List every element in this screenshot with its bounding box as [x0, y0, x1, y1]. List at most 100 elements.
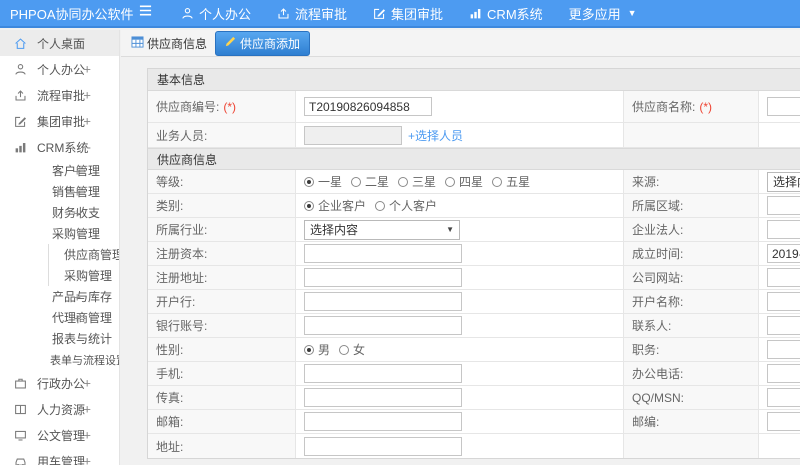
top-nav: 个人办公 流程审批 集团审批 CRM系统 更多应用 ▼ — [181, 4, 637, 23]
radio-individual[interactable]: 个人客户 — [375, 197, 437, 214]
form-row-email: 邮箱: 邮编: — [148, 410, 800, 434]
tab-supplier-add[interactable]: 供应商添加 — [215, 30, 311, 56]
sidebar-item-procurement-mgmt[interactable]: 采购管理 — [49, 265, 119, 286]
radio-icon — [398, 176, 409, 187]
required-mark: (*) — [699, 99, 713, 114]
radio-level-4[interactable]: 四星 — [445, 173, 483, 190]
main-content: 供应商信息 供应商添加 基本信息 供应商编号:(*) 供应商名称:(*) — [121, 30, 800, 465]
mobile-input[interactable] — [304, 364, 462, 383]
radio-male[interactable]: 男 — [304, 341, 330, 358]
sidebar-item-agent-mgmt[interactable]: 代理商管理 + — [0, 307, 119, 328]
fax-label: 传真: — [148, 386, 296, 409]
address-label: 地址: — [148, 434, 296, 458]
bank-input[interactable] — [304, 292, 462, 311]
app-logo: PHPOA协同办公软件 — [10, 6, 134, 22]
legal-person-input[interactable] — [767, 220, 800, 239]
source-select[interactable]: 选择内容▼ — [767, 171, 800, 192]
qq-msn-input[interactable] — [767, 388, 800, 407]
radio-level-2[interactable]: 二星 — [351, 173, 389, 190]
form-row-fax: 传真: QQ/MSN: — [148, 386, 800, 410]
sidebar-item-crm-system[interactable]: CRM系统 - — [0, 134, 119, 160]
expand-icon[interactable]: + — [73, 205, 81, 220]
top-header: PHPOA协同办公软件 个人办公 流程审批 集团审批 CRM系统 更多应用 ▼ — [0, 0, 800, 28]
fax-input[interactable] — [304, 388, 462, 407]
sidebar-item-product-inventory[interactable]: 产品与库存 + — [0, 286, 119, 307]
form-row-address: 地址: — [148, 434, 800, 458]
account-name-input[interactable] — [767, 292, 800, 311]
sidebar-item-purchase-mgmt[interactable]: 采购管理 - — [0, 223, 119, 244]
sidebar-item-process-approval[interactable]: 流程审批 + — [0, 82, 119, 108]
office-phone-input[interactable] — [767, 364, 800, 383]
sidebar-item-document-mgmt[interactable]: 公文管理 + — [0, 422, 119, 448]
collapse-icon[interactable]: - — [87, 140, 91, 155]
sidebar-toggle-button[interactable] — [138, 4, 153, 22]
person-icon — [181, 7, 194, 20]
collapse-icon[interactable]: - — [77, 226, 81, 241]
sidebar-item-form-flow-settings[interactable]: 表单与流程设置 + — [0, 349, 119, 370]
registered-capital-label: 注册资本: — [148, 242, 296, 265]
crm-submenu: 客户管理 + 销售管理 + 财务收支 + 采购管理 - 供应商管理 采购管理 产… — [0, 160, 119, 370]
nav-process-approval[interactable]: 流程审批 — [277, 4, 347, 23]
sidebar-item-customer-mgmt[interactable]: 客户管理 + — [0, 160, 119, 181]
radio-icon — [492, 176, 503, 187]
expand-icon[interactable]: + — [73, 163, 81, 178]
region-input[interactable] — [767, 196, 800, 215]
staff-input[interactable] — [304, 125, 402, 145]
expand-icon[interactable]: + — [83, 454, 91, 465]
established-date-input[interactable] — [767, 244, 800, 263]
account-name-label: 开户名称: — [624, 290, 759, 313]
position-input[interactable] — [767, 340, 800, 359]
sidebar: 个人桌面 个人办公 + 流程审批 + 集团审批 + CRM系统 - 客户管理 + — [0, 30, 120, 465]
radio-level-1[interactable]: 一星 — [304, 173, 342, 190]
supplier-name-input[interactable] — [767, 97, 800, 116]
website-label: 公司网站: — [624, 266, 759, 289]
sidebar-item-hr[interactable]: 人力资源 + — [0, 396, 119, 422]
monitor-icon — [14, 429, 27, 442]
expand-icon[interactable]: + — [83, 114, 91, 129]
nav-more-apps[interactable]: 更多应用 ▼ — [569, 4, 637, 23]
registered-capital-input[interactable] — [304, 244, 462, 263]
industry-select[interactable]: 选择内容 ▼ — [304, 219, 460, 240]
contact-input[interactable] — [767, 316, 800, 335]
bank-account-input[interactable] — [304, 316, 462, 335]
tab-supplier-list[interactable]: 供应商信息 — [131, 35, 207, 52]
radio-female[interactable]: 女 — [339, 341, 365, 358]
nav-personal-office[interactable]: 个人办公 — [181, 4, 251, 23]
radio-enterprise[interactable]: 企业客户 — [304, 197, 366, 214]
nav-group-approval[interactable]: 集团审批 — [373, 4, 443, 23]
website-input[interactable] — [767, 268, 800, 287]
expand-icon[interactable]: + — [73, 289, 81, 304]
supplier-code-input[interactable] — [304, 97, 432, 116]
expand-icon[interactable]: + — [73, 184, 81, 199]
address-input[interactable] — [304, 436, 462, 456]
radio-level-3[interactable]: 三星 — [398, 173, 436, 190]
select-staff-link[interactable]: +选择人员 — [408, 127, 463, 144]
form-row-category: 类别: 企业客户 个人客户 所属区域: — [148, 194, 800, 218]
sidebar-item-personal-office[interactable]: 个人办公 + — [0, 56, 119, 82]
sidebar-item-sales-mgmt[interactable]: 销售管理 + — [0, 181, 119, 202]
form-row-bank-account: 银行账号: 联系人: — [148, 314, 800, 338]
upload-share-icon — [277, 7, 290, 20]
expand-icon[interactable]: + — [83, 376, 91, 391]
nav-crm-system[interactable]: CRM系统 — [469, 4, 543, 23]
expand-icon[interactable]: + — [83, 402, 91, 417]
expand-icon[interactable]: + — [83, 428, 91, 443]
sidebar-item-supplier-mgmt[interactable]: 供应商管理 — [49, 244, 119, 265]
sidebar-item-finance[interactable]: 财务收支 + — [0, 202, 119, 223]
expand-icon[interactable]: + — [83, 62, 91, 77]
sidebar-item-group-approval[interactable]: 集团审批 + — [0, 108, 119, 134]
email-input[interactable] — [304, 412, 462, 431]
gender-label: 性别: — [148, 338, 296, 361]
sidebar-item-vehicle-mgmt[interactable]: 用车管理 + — [0, 448, 119, 465]
radio-level-5[interactable]: 五星 — [492, 173, 530, 190]
sidebar-item-reports-stats[interactable]: 报表与统计 — [0, 328, 119, 349]
legal-person-label: 企业法人: — [624, 218, 759, 241]
sidebar-item-admin-office[interactable]: 行政办公 + — [0, 370, 119, 396]
expand-icon[interactable]: + — [73, 310, 81, 325]
position-label: 职务: — [624, 338, 759, 361]
qq-msn-label: QQ/MSN: — [624, 386, 759, 409]
sidebar-item-personal-desktop[interactable]: 个人桌面 — [0, 30, 119, 56]
expand-icon[interactable]: + — [83, 88, 91, 103]
zip-input[interactable] — [767, 412, 800, 431]
registered-address-input[interactable] — [304, 268, 462, 287]
